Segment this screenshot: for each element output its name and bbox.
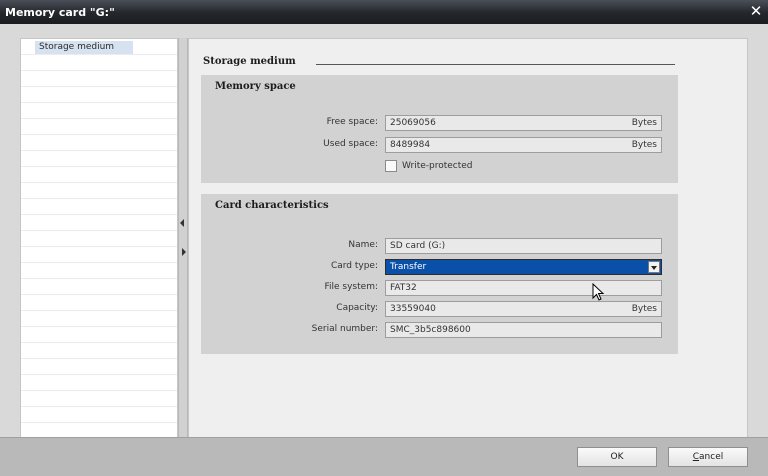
memory-space-title: Memory space: [215, 81, 296, 92]
heading-divider: [316, 64, 675, 65]
chevron-down-icon[interactable]: [648, 261, 660, 273]
capacity-value: 33559040: [390, 304, 436, 314]
nav-item-storage-medium[interactable]: Storage medium: [35, 41, 133, 54]
file-system-label: File system:: [324, 282, 379, 292]
capacity-field: 33559040 Bytes: [385, 301, 662, 317]
card-characteristics-panel: Card characteristics Name: SD card (G:) …: [201, 194, 678, 354]
serial-number-field: SMC_3b5c898600: [385, 322, 662, 338]
write-protected-label: Write-protected: [402, 161, 473, 171]
serial-number-value: SMC_3b5c898600: [390, 325, 471, 335]
cancel-label-rest: ancel: [699, 452, 724, 462]
splitter[interactable]: [178, 38, 188, 445]
title-bar: Memory card "G:" ✕: [0, 0, 768, 24]
name-value: SD card (G:): [390, 241, 446, 251]
free-space-label: Free space:: [326, 117, 378, 127]
card-type-dropdown[interactable]: Transfer: [385, 259, 662, 275]
mouse-pointer-icon: [592, 283, 605, 301]
expand-right-icon[interactable]: [182, 248, 186, 256]
free-space-unit: Bytes: [631, 118, 657, 128]
cancel-button[interactable]: Cancel: [668, 447, 748, 467]
button-bar: OK Cancel: [0, 437, 768, 476]
free-space-value: 25069056: [390, 118, 436, 128]
name-field: SD card (G:): [385, 238, 662, 254]
free-space-field: 25069056 Bytes: [385, 115, 662, 131]
capacity-unit: Bytes: [631, 304, 657, 314]
memory-space-panel: Memory space Free space: 25069056 Bytes …: [201, 75, 678, 183]
card-type-value: Transfer: [390, 262, 427, 272]
collapse-left-icon[interactable]: [180, 219, 184, 227]
dialog-body: Storage medium Storage medium Memory spa…: [0, 24, 768, 476]
used-space-value: 8489984: [390, 140, 431, 150]
close-icon[interactable]: ✕: [749, 3, 763, 19]
used-space-field: 8489984 Bytes: [385, 137, 662, 153]
file-system-field: FAT32: [385, 280, 662, 296]
serial-number-label: Serial number:: [311, 324, 378, 334]
navigation-tree: Storage medium: [20, 38, 178, 445]
write-protected-checkbox[interactable]: [385, 160, 397, 172]
file-system-value: FAT32: [390, 283, 417, 293]
ok-button[interactable]: OK: [577, 447, 657, 467]
content-area: Storage medium Memory space Free space: …: [188, 38, 748, 445]
capacity-label: Capacity:: [336, 303, 378, 313]
section-heading: Storage medium: [203, 56, 296, 67]
name-label: Name:: [348, 240, 378, 250]
used-space-unit: Bytes: [631, 140, 657, 150]
window-title: Memory card "G:": [5, 6, 115, 19]
used-space-label: Used space:: [323, 139, 378, 149]
card-type-label: Card type:: [330, 261, 378, 271]
card-characteristics-title: Card characteristics: [215, 200, 329, 211]
